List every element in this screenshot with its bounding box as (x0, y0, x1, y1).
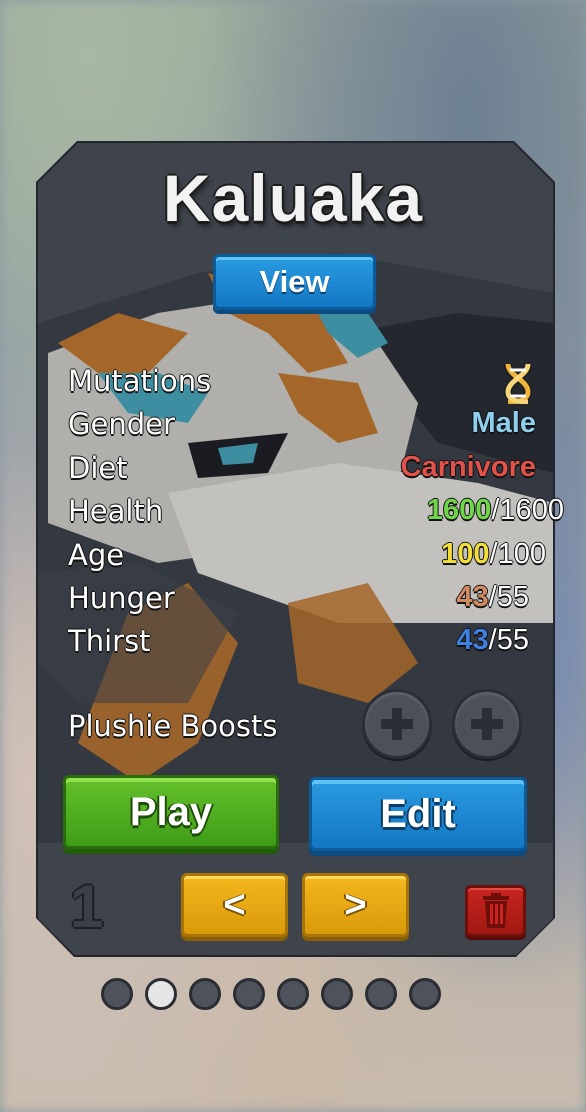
plus-icon (471, 708, 503, 740)
page-dot[interactable] (365, 978, 397, 1010)
plushie-boosts-label: Plushie Boosts (68, 709, 278, 743)
diet-label: Diet (68, 451, 128, 485)
page-dot[interactable] (101, 978, 133, 1010)
health-max: /1600 (491, 494, 564, 526)
page-dot[interactable] (189, 978, 221, 1010)
boost-slot-1[interactable] (362, 689, 432, 759)
age-value: 100/100 (441, 538, 546, 571)
health-current: 1600 (426, 494, 492, 526)
diet-value: Carnivore (400, 451, 536, 483)
thirst-label: Thirst (68, 624, 151, 658)
boost-slot-2[interactable] (452, 689, 522, 759)
page-dot[interactable] (409, 978, 441, 1010)
edit-button[interactable]: Edit (309, 777, 527, 851)
page-dot[interactable] (145, 978, 177, 1010)
gender-label: Gender (68, 407, 175, 441)
gender-value: Male (471, 407, 536, 439)
page-dot[interactable] (277, 978, 309, 1010)
age-label: Age (68, 538, 125, 572)
age-current: 100 (441, 538, 490, 570)
plus-icon (381, 708, 413, 740)
play-button[interactable]: Play (63, 775, 279, 849)
delete-button[interactable] (465, 885, 526, 937)
health-value: 1600/1600 (427, 494, 564, 527)
page-indicator (101, 978, 441, 1010)
hunger-current: 43 (456, 581, 489, 613)
trash-icon (482, 893, 509, 928)
hunger-value: 43/55 (456, 581, 529, 614)
page-dot[interactable] (233, 978, 265, 1010)
dino-name: Kaluaka (162, 161, 424, 235)
page-dot[interactable] (321, 978, 353, 1010)
hunger-max: /55 (488, 581, 529, 613)
thirst-value: 43/55 (456, 624, 529, 657)
thirst-current: 43 (456, 624, 489, 656)
health-label: Health (68, 494, 164, 528)
view-button[interactable]: View (213, 254, 376, 310)
next-button[interactable]: > (302, 873, 409, 937)
thirst-max: /55 (488, 624, 529, 656)
age-max: /100 (489, 538, 546, 570)
hunger-label: Hunger (68, 581, 175, 615)
prev-button[interactable]: < (181, 873, 288, 937)
mutations-label: Mutations (68, 364, 212, 398)
slot-number: 1 (70, 873, 104, 940)
dna-icon[interactable] (502, 362, 534, 406)
